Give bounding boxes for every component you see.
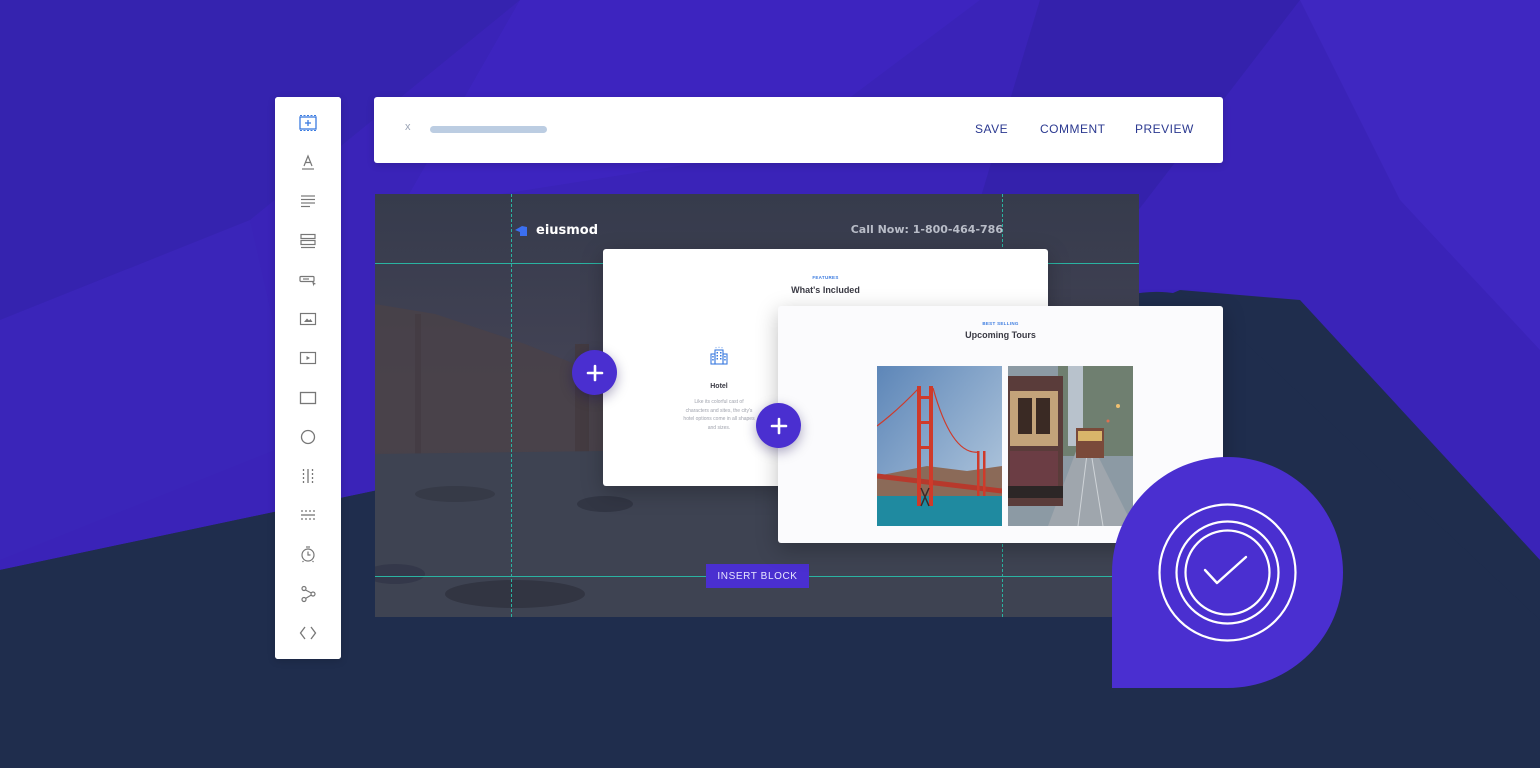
hotel-icon (710, 346, 728, 365)
insert-block-button[interactable]: INSERT BLOCK (706, 564, 809, 588)
video-icon (299, 351, 317, 365)
tool-timer[interactable] (275, 539, 341, 569)
tours-eyebrow: BEST SELLING (982, 321, 1019, 326)
tool-rows[interactable] (275, 226, 341, 256)
guide-vertical-left (511, 194, 512, 617)
tool-video[interactable] (275, 343, 341, 373)
site-logo[interactable]: eiusmod (514, 223, 598, 238)
close-button[interactable]: x (405, 121, 411, 133)
comment-button[interactable]: COMMENT (1040, 122, 1106, 136)
tours-title: Upcoming Tours (965, 330, 1036, 340)
plus-icon (770, 417, 787, 434)
verified-badge (1112, 457, 1343, 688)
rows-icon (300, 233, 316, 249)
tool-button[interactable] (275, 265, 341, 295)
share-icon (301, 585, 316, 603)
site-name: eiusmod (536, 223, 599, 238)
save-button[interactable]: SAVE (975, 122, 1008, 136)
features-eyebrow: FEATURES (812, 275, 839, 280)
tool-heading[interactable] (275, 147, 341, 177)
button-icon (299, 275, 316, 287)
golden-gate-bridge-image (877, 366, 1002, 526)
logo-mark-icon (515, 225, 527, 236)
tool-row-divider[interactable] (275, 500, 341, 530)
call-now-text: Call Now: 1-800-464-786 (850, 223, 1003, 236)
tool-code[interactable] (275, 618, 341, 648)
image-icon (299, 312, 317, 326)
add-block-button-center[interactable] (756, 403, 801, 448)
plus-icon (586, 364, 603, 381)
paragraph-icon (301, 195, 315, 208)
timer-icon (301, 546, 315, 563)
row-divider-icon (301, 510, 315, 520)
add-block-button-left[interactable] (572, 350, 617, 395)
hotel-description: Like its colorful cast of characters and… (683, 399, 755, 431)
hotel-title: Hotel (710, 383, 728, 390)
tool-box[interactable] (275, 383, 341, 413)
tool-add-section[interactable] (275, 108, 341, 138)
block-toolbar-icons (275, 97, 341, 659)
preview-button[interactable]: PREVIEW (1135, 122, 1194, 136)
features-title: What's Included (791, 285, 860, 295)
box-icon (299, 391, 317, 405)
tool-image[interactable] (275, 304, 341, 334)
tool-column-divider[interactable] (275, 461, 341, 491)
circle-icon (300, 429, 316, 445)
tour-image-golden-gate[interactable] (877, 366, 1002, 526)
add-section-icon (299, 115, 317, 131)
page-title-placeholder[interactable] (430, 126, 547, 133)
tool-share[interactable] (275, 579, 341, 609)
column-divider-icon (302, 469, 314, 483)
editor-topbar: x SAVE COMMENT PREVIEW (374, 97, 1223, 163)
tool-paragraph[interactable] (275, 186, 341, 216)
tool-circle[interactable] (275, 422, 341, 452)
heading-icon (302, 154, 314, 170)
code-icon (299, 626, 317, 640)
